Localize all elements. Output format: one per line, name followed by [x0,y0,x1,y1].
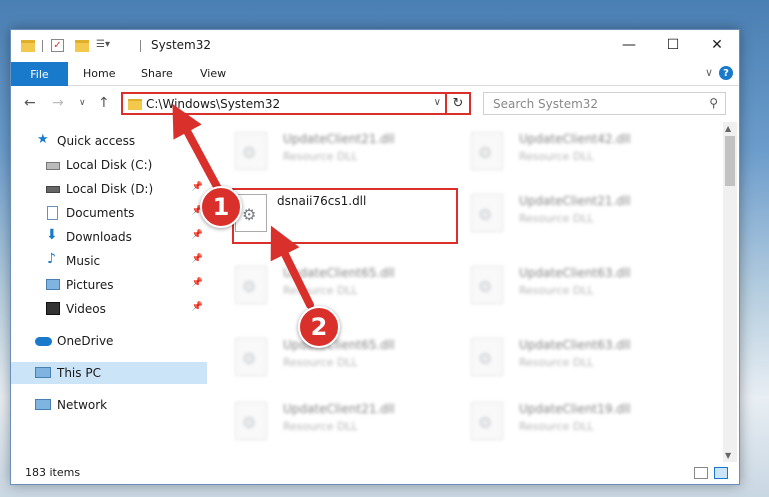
callout-1: 1 [200,186,242,228]
arrow-to-file [270,225,314,309]
callout-2: 2 [298,306,340,348]
arrow-to-address-bar [172,103,226,200]
annotation-arrows [172,103,314,309]
